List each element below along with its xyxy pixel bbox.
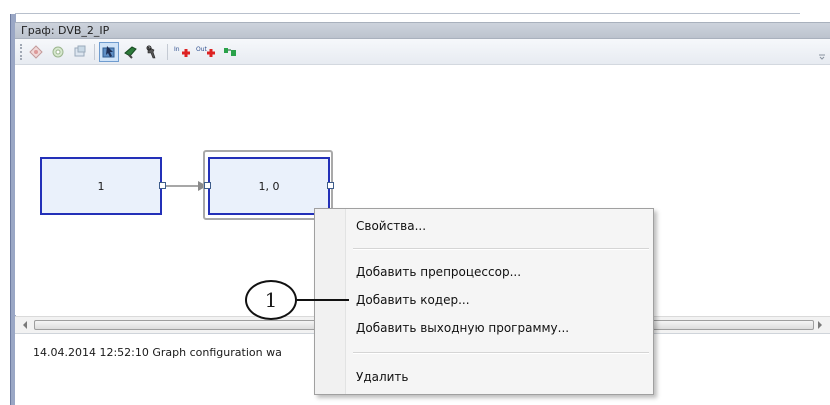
- diamond-grey-icon[interactable]: [26, 42, 46, 62]
- menu-item-properties[interactable]: Свойства...: [316, 215, 652, 237]
- node-output-port[interactable]: [327, 182, 334, 189]
- svg-text:In: In: [174, 46, 180, 53]
- menu-item-add-preprocessor[interactable]: Добавить препроцессор...: [316, 261, 652, 283]
- menu-item-add-output-program[interactable]: Добавить выходную программу...: [316, 317, 652, 339]
- toolbar-separator: [167, 44, 168, 60]
- toolbar-separator: [94, 44, 95, 60]
- graph-toolbar: In Out: [15, 39, 830, 65]
- add-output-icon[interactable]: Out: [196, 42, 216, 62]
- gear-grey-icon[interactable]: [48, 42, 68, 62]
- tools-icon[interactable]: [143, 42, 163, 62]
- menu-item-add-encoder[interactable]: Добавить кодер...: [316, 289, 652, 311]
- graph-node-label: 1: [97, 179, 105, 193]
- graph-node-label: 1, 0: [258, 179, 280, 193]
- callout-number: 1: [264, 288, 278, 312]
- node-output-port[interactable]: [159, 182, 166, 189]
- menu-separator: [353, 352, 649, 354]
- arrange-icon[interactable]: [220, 42, 240, 62]
- graph-panel-title-text: Граф: DVB_2_IP: [21, 24, 110, 37]
- svg-text:Out: Out: [196, 46, 208, 53]
- layers-grey-icon[interactable]: [70, 42, 90, 62]
- toolbar-overflow-icon[interactable]: [818, 49, 826, 61]
- toolbar-grip[interactable]: [20, 44, 24, 60]
- callout-leader-line: [297, 299, 349, 301]
- menu-separator: [353, 248, 649, 250]
- add-link-icon[interactable]: [121, 42, 141, 62]
- top-divider: [15, 13, 800, 14]
- scroll-right-icon[interactable]: [815, 320, 825, 330]
- graph-panel-title: Граф: DVB_2_IP: [15, 22, 830, 39]
- scroll-left-icon[interactable]: [20, 320, 30, 330]
- log-line: 14.04.2014 12:52:10 Graph configuration …: [33, 346, 282, 359]
- graph-node[interactable]: 1: [40, 157, 162, 215]
- callout-marker: 1: [245, 280, 297, 320]
- add-input-icon[interactable]: In: [172, 42, 192, 62]
- context-menu: Свойства... Добавить препроцессор... Доб…: [314, 208, 654, 395]
- graph-node-selected[interactable]: 1, 0: [208, 157, 330, 215]
- menu-item-delete[interactable]: Удалить: [316, 366, 652, 388]
- node-input-port[interactable]: [204, 182, 211, 189]
- window-edge: [0, 0, 10, 405]
- select-pointer-icon[interactable]: [99, 42, 119, 62]
